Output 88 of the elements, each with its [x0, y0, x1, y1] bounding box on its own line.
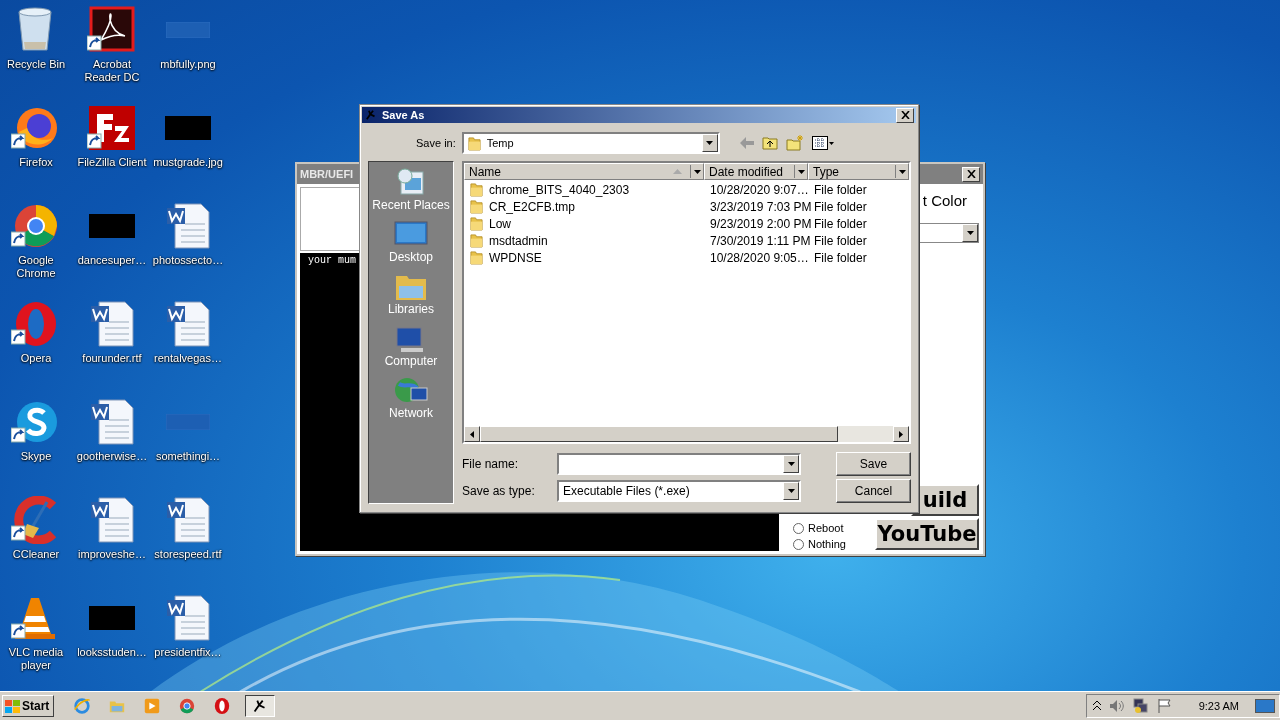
desktop-icon-label[interactable]: presidentfix…	[150, 646, 226, 659]
desktop-icon-label[interactable]: looksstuden…	[74, 646, 150, 659]
file-type-dropdown[interactable]: Executable Files (*.exe)	[557, 479, 801, 502]
radio-button[interactable]	[793, 538, 804, 550]
dropdown-arrow-icon	[787, 461, 795, 466]
places-item[interactable]: Network	[369, 374, 453, 426]
column-header[interactable]: Date modified	[704, 163, 808, 180]
desktop-icon-label[interactable]: Acrobat Reader DC	[74, 58, 150, 84]
type-cell-text: File folder	[813, 216, 868, 231]
save-button[interactable]: Save	[836, 451, 911, 476]
youtube-button[interactable]: YouTube	[875, 518, 979, 550]
desktop-icon-label[interactable]: Google Chrome	[0, 254, 74, 280]
field-label: File name:	[462, 456, 520, 471]
folder-icon	[470, 216, 483, 231]
file-name[interactable]: chrome_BITS_4040_2303	[489, 182, 630, 197]
caret-icon[interactable]	[1092, 701, 1101, 711]
dropdown-arrow-icon	[898, 169, 906, 174]
scroll-right-icon[interactable]	[899, 430, 903, 438]
window-title: MBR/UEFI	[300, 168, 354, 180]
desktop-icon-label[interactable]: Skype	[0, 450, 74, 463]
date-cell-text: 10/28/2020 9:07…	[709, 182, 808, 197]
type-cell-text: File folder	[813, 182, 868, 197]
radio-button[interactable]	[793, 522, 804, 534]
network-icon[interactable]	[1132, 698, 1149, 714]
save-in-label: Save in:	[416, 137, 456, 149]
file-name[interactable]: CR_E2CFB.tmp	[489, 199, 576, 214]
field-label: Save as type:	[462, 483, 536, 498]
dropdown-arrow-icon	[797, 169, 805, 174]
scroll-left-icon[interactable]	[470, 430, 474, 438]
dropdown-arrow-icon	[693, 169, 701, 174]
desktop-icon-label[interactable]: mustgrade.jpg	[150, 156, 226, 169]
sort-arrow-icon	[673, 169, 682, 174]
places-item[interactable]: Computer	[369, 322, 453, 374]
folder-icon	[467, 135, 481, 151]
dropdown-arrow-icon	[706, 141, 714, 145]
start-button[interactable]: Start	[2, 695, 55, 717]
file-name[interactable]: msdtadmin	[489, 233, 548, 248]
desktop-icon-label[interactable]: rentalvegas…	[150, 352, 226, 365]
column-header[interactable]: Name	[464, 163, 704, 180]
horizontal-scrollbar[interactable]	[464, 426, 909, 442]
view-menu-icon[interactable]	[811, 136, 834, 150]
folder-icon	[470, 182, 483, 197]
date-cell-text: 7/30/2019 1:11 PM	[709, 233, 808, 248]
dialog-title: Save As	[382, 109, 426, 121]
file-name-field[interactable]	[557, 452, 801, 475]
folder-icon	[470, 250, 483, 265]
file-name[interactable]: WPDNSE	[489, 250, 542, 265]
desktop-icon-label[interactable]: photossecto…	[150, 254, 226, 267]
dropdown-arrow-icon	[787, 488, 795, 493]
desktop-icon-label[interactable]: mbfully.png	[150, 58, 226, 71]
desktop-icon-label[interactable]: gootherwise…	[74, 450, 150, 463]
folder-icon	[470, 199, 483, 214]
type-cell-text: File folder	[813, 233, 868, 248]
places-item[interactable]: Recent Places	[369, 166, 453, 218]
desktop-icon-label[interactable]: VLC media player	[0, 646, 74, 672]
windows-logo-icon	[5, 699, 20, 713]
desktop-icon-label[interactable]: Firefox	[0, 156, 74, 169]
clock[interactable]: 9:23 AM	[1198, 700, 1239, 712]
places-item[interactable]: Libraries	[369, 270, 453, 322]
close-icon	[900, 111, 910, 119]
type-cell-text: File folder	[813, 250, 868, 265]
desktop-icon-label[interactable]: Opera	[0, 352, 74, 365]
desktop-icon-label[interactable]: FileZilla Client	[74, 156, 150, 169]
column-header[interactable]: Type	[808, 163, 909, 180]
taskbar-app-icon[interactable]	[245, 695, 276, 717]
folder-icon	[470, 233, 483, 248]
close-icon	[966, 170, 976, 178]
file-name[interactable]: Low	[489, 216, 511, 231]
desktop-icon-label[interactable]: storespeed.rtf	[150, 548, 226, 561]
cancel-button[interactable]: Cancel	[836, 478, 911, 503]
speaker-icon[interactable]	[1108, 699, 1125, 713]
desktop-icon-label[interactable]: Recycle Bin	[0, 58, 74, 71]
desktop-icon-label[interactable]: somethingi…	[150, 450, 226, 463]
radio-label: Reboot	[808, 522, 844, 534]
close-button[interactable]	[962, 166, 980, 182]
save-in-dropdown[interactable]: Temp	[461, 132, 720, 154]
desktop-icon-label[interactable]: dancesuper…	[74, 254, 150, 267]
desktop-icon-label[interactable]: fourunder.rtf	[74, 352, 150, 365]
up-folder-icon[interactable]	[761, 136, 778, 150]
close-button[interactable]	[896, 107, 914, 123]
flag-icon[interactable]	[1156, 698, 1173, 714]
app-icon	[364, 108, 378, 122]
desktop-icon-label[interactable]: improveshe…	[74, 548, 150, 561]
dropdown-arrow-icon	[966, 231, 974, 235]
type-cell-text: File folder	[813, 199, 868, 214]
radio-label: Nothing	[808, 538, 846, 550]
desktop-icon-label[interactable]: CCleaner	[0, 548, 74, 561]
color-label: t Color	[922, 192, 967, 209]
